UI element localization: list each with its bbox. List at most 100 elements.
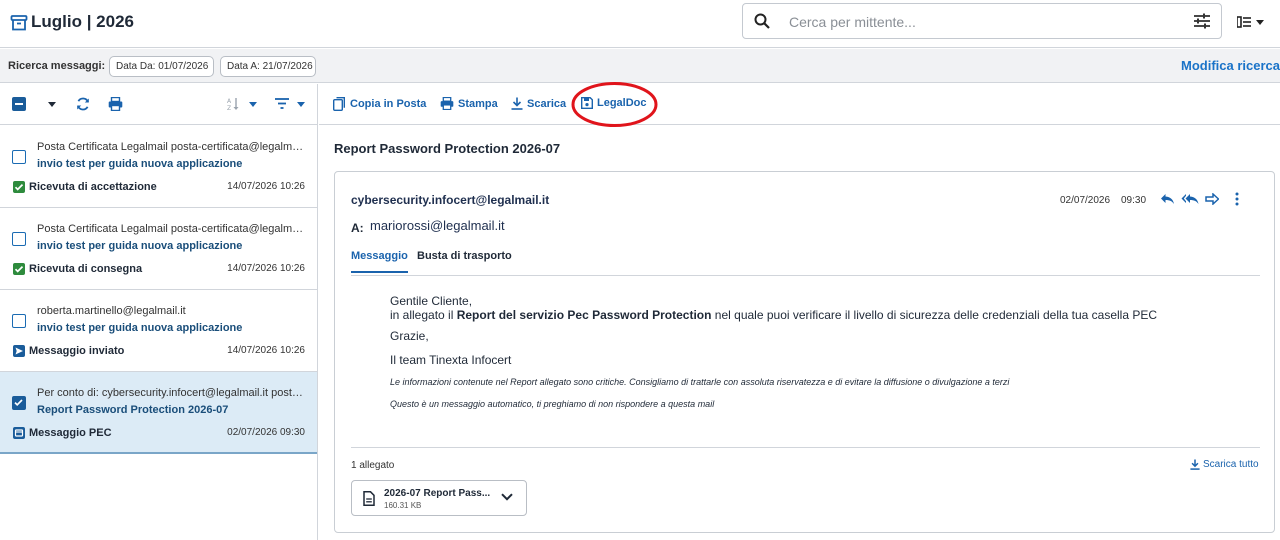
download-all-link[interactable]: Scarica tutto xyxy=(1190,459,1259,470)
to-address: mariorossi@legalmail.it xyxy=(370,218,505,233)
reply-all-icon[interactable] xyxy=(1181,193,1199,205)
download-icon xyxy=(511,97,523,110)
search-criteria-bar: Ricerca messaggi: Data Da: 01/07/2026 Da… xyxy=(0,49,1280,83)
message-sender: roberta.martinello@legalmail.it xyxy=(37,305,186,317)
message-checkbox[interactable] xyxy=(12,314,26,328)
print-button[interactable]: Stampa xyxy=(440,97,498,110)
message-subject-title: Report Password Protection 2026-07 xyxy=(334,141,561,156)
body-thanks: Grazie, xyxy=(390,329,429,343)
message-actions xyxy=(1160,192,1239,206)
message-date: 02/07/2026 09:30 xyxy=(227,427,305,438)
message-list-panel: AZ Posta Certificata Legalmail posta-cer… xyxy=(0,84,318,540)
copy-to-mail-button[interactable]: Copia in Posta xyxy=(333,97,426,111)
send-badge-icon xyxy=(13,345,25,357)
divider xyxy=(351,447,1260,448)
check-badge-icon xyxy=(13,263,25,275)
message-from: cybersecurity.infocert@legalmail.it xyxy=(351,193,550,207)
download-icon xyxy=(1190,459,1200,470)
svg-text:A: A xyxy=(227,98,232,105)
print-label: Stampa xyxy=(458,97,498,110)
list-item[interactable]: Posta Certificata Legalmail posta-certif… xyxy=(0,208,317,290)
print-icon[interactable] xyxy=(108,97,123,111)
message-date: 14/07/2026 10:26 xyxy=(227,263,305,274)
forward-icon[interactable] xyxy=(1205,193,1219,205)
date-from-chip[interactable]: Data Da: 01/07/2026 xyxy=(109,56,214,77)
message-status: Ricevuta di accettazione xyxy=(29,181,157,193)
message-date: 02/07/2026 xyxy=(1060,195,1111,206)
caret-down-icon[interactable] xyxy=(249,102,257,107)
mail-badge-icon xyxy=(13,427,25,439)
message-time: 09:30 xyxy=(1121,195,1147,206)
save-disk-icon xyxy=(581,97,593,109)
message-status: Messaggio inviato xyxy=(29,345,125,357)
copy-icon xyxy=(333,97,346,111)
message-card: cybersecurity.infocert@legalmail.it 02/0… xyxy=(334,171,1275,533)
print-icon xyxy=(440,97,454,110)
sort-az-icon[interactable]: AZ xyxy=(226,97,240,111)
list-item-selected[interactable]: Per conto di: cybersecurity.infocert@leg… xyxy=(0,372,317,454)
message-action-bar: Copia in Posta Stampa Scarica LegalDoc xyxy=(319,84,1280,125)
refresh-icon[interactable] xyxy=(76,97,90,111)
to-label: A: xyxy=(351,221,364,235)
svg-text:Z: Z xyxy=(227,105,231,111)
body-signature: Il team Tinexta Infocert xyxy=(390,353,512,367)
message-status: Ricevuta di consegna xyxy=(29,263,143,275)
caret-down-icon[interactable] xyxy=(48,102,56,107)
message-subject: invio test per guida nuova applicazione xyxy=(37,240,243,252)
caret-down-icon[interactable] xyxy=(297,102,305,107)
check-badge-icon xyxy=(13,181,25,193)
message-date: 14/07/2026 10:26 xyxy=(227,181,305,192)
view-menu-toggle[interactable] xyxy=(1237,16,1264,28)
message-tabs: Messaggio Busta di trasporto xyxy=(351,244,1260,276)
attachment-name: 2026-07 Report Pass... xyxy=(384,488,491,499)
search-input[interactable] xyxy=(789,12,1169,32)
list-item[interactable]: roberta.martinello@legalmail.it invio te… xyxy=(0,290,317,372)
chevron-down-icon[interactable] xyxy=(501,493,513,501)
message-checkbox[interactable] xyxy=(12,150,26,164)
message-status: Messaggio PEC xyxy=(29,427,112,439)
document-icon xyxy=(363,491,375,506)
message-sender: Per conto di: cybersecurity.infocert@leg… xyxy=(37,387,307,399)
message-subject: invio test per guida nuova applicazione xyxy=(37,158,243,170)
body-text: nel quale puoi verificare il livello di … xyxy=(711,308,1158,322)
list-item[interactable]: Posta Certificata Legalmail posta-certif… xyxy=(0,126,317,208)
body-line: in allegato il Report del servizio Pec P… xyxy=(390,308,1157,322)
body-note: Le informazioni contenute nel Report all… xyxy=(390,377,1010,387)
app-header: Luglio | 2026 xyxy=(0,0,1280,48)
body-bold-text: Report del servizio Pec Password Protect… xyxy=(456,308,712,322)
search-box[interactable] xyxy=(742,3,1222,39)
body-note: Questo è un messaggio automatico, ti pre… xyxy=(390,399,715,409)
date-to-chip[interactable]: Data A: 21/07/2026 xyxy=(220,56,316,77)
copy-to-mail-label: Copia in Posta xyxy=(350,98,427,110)
caret-down-icon xyxy=(1256,19,1264,25)
reply-icon[interactable] xyxy=(1160,193,1175,205)
page-title: Luglio | 2026 xyxy=(31,12,135,31)
body-greeting: Gentile Cliente, xyxy=(390,294,473,308)
tab-message[interactable]: Messaggio xyxy=(351,250,408,273)
legaldoc-button[interactable]: LegalDoc xyxy=(581,97,647,109)
attachment-count: 1 allegato xyxy=(351,460,395,471)
download-label: Scarica xyxy=(527,97,567,110)
tab-transport-envelope[interactable]: Busta di trasporto xyxy=(417,250,512,271)
attachment-chip[interactable]: 2026-07 Report Pass... 160.31 KB xyxy=(351,480,527,516)
more-vertical-icon[interactable] xyxy=(1235,192,1239,206)
archive-box-icon xyxy=(10,14,28,32)
download-button[interactable]: Scarica xyxy=(511,97,566,110)
criteria-label: Ricerca messaggi: xyxy=(8,60,106,72)
tune-sliders-icon[interactable] xyxy=(1193,13,1211,29)
body-text: in allegato il xyxy=(390,308,457,322)
message-subject: Report Password Protection 2026-07 xyxy=(37,404,229,416)
legaldoc-label: LegalDoc xyxy=(597,97,647,109)
search-icon[interactable] xyxy=(753,12,771,30)
select-all-checkbox[interactable] xyxy=(12,97,26,111)
modify-search-link[interactable]: Modifica ricerca xyxy=(1181,58,1280,73)
message-sender: Posta Certificata Legalmail posta-certif… xyxy=(37,223,307,235)
view-list-icon xyxy=(1237,16,1251,28)
filter-lines-icon[interactable] xyxy=(275,98,289,109)
message-sender: Posta Certificata Legalmail posta-certif… xyxy=(37,141,307,153)
attachment-size: 160.31 KB xyxy=(384,501,422,510)
message-checkbox[interactable] xyxy=(12,232,26,246)
message-date: 14/07/2026 10:26 xyxy=(227,345,305,356)
download-all-label: Scarica tutto xyxy=(1203,459,1259,470)
message-checkbox[interactable] xyxy=(12,396,26,410)
